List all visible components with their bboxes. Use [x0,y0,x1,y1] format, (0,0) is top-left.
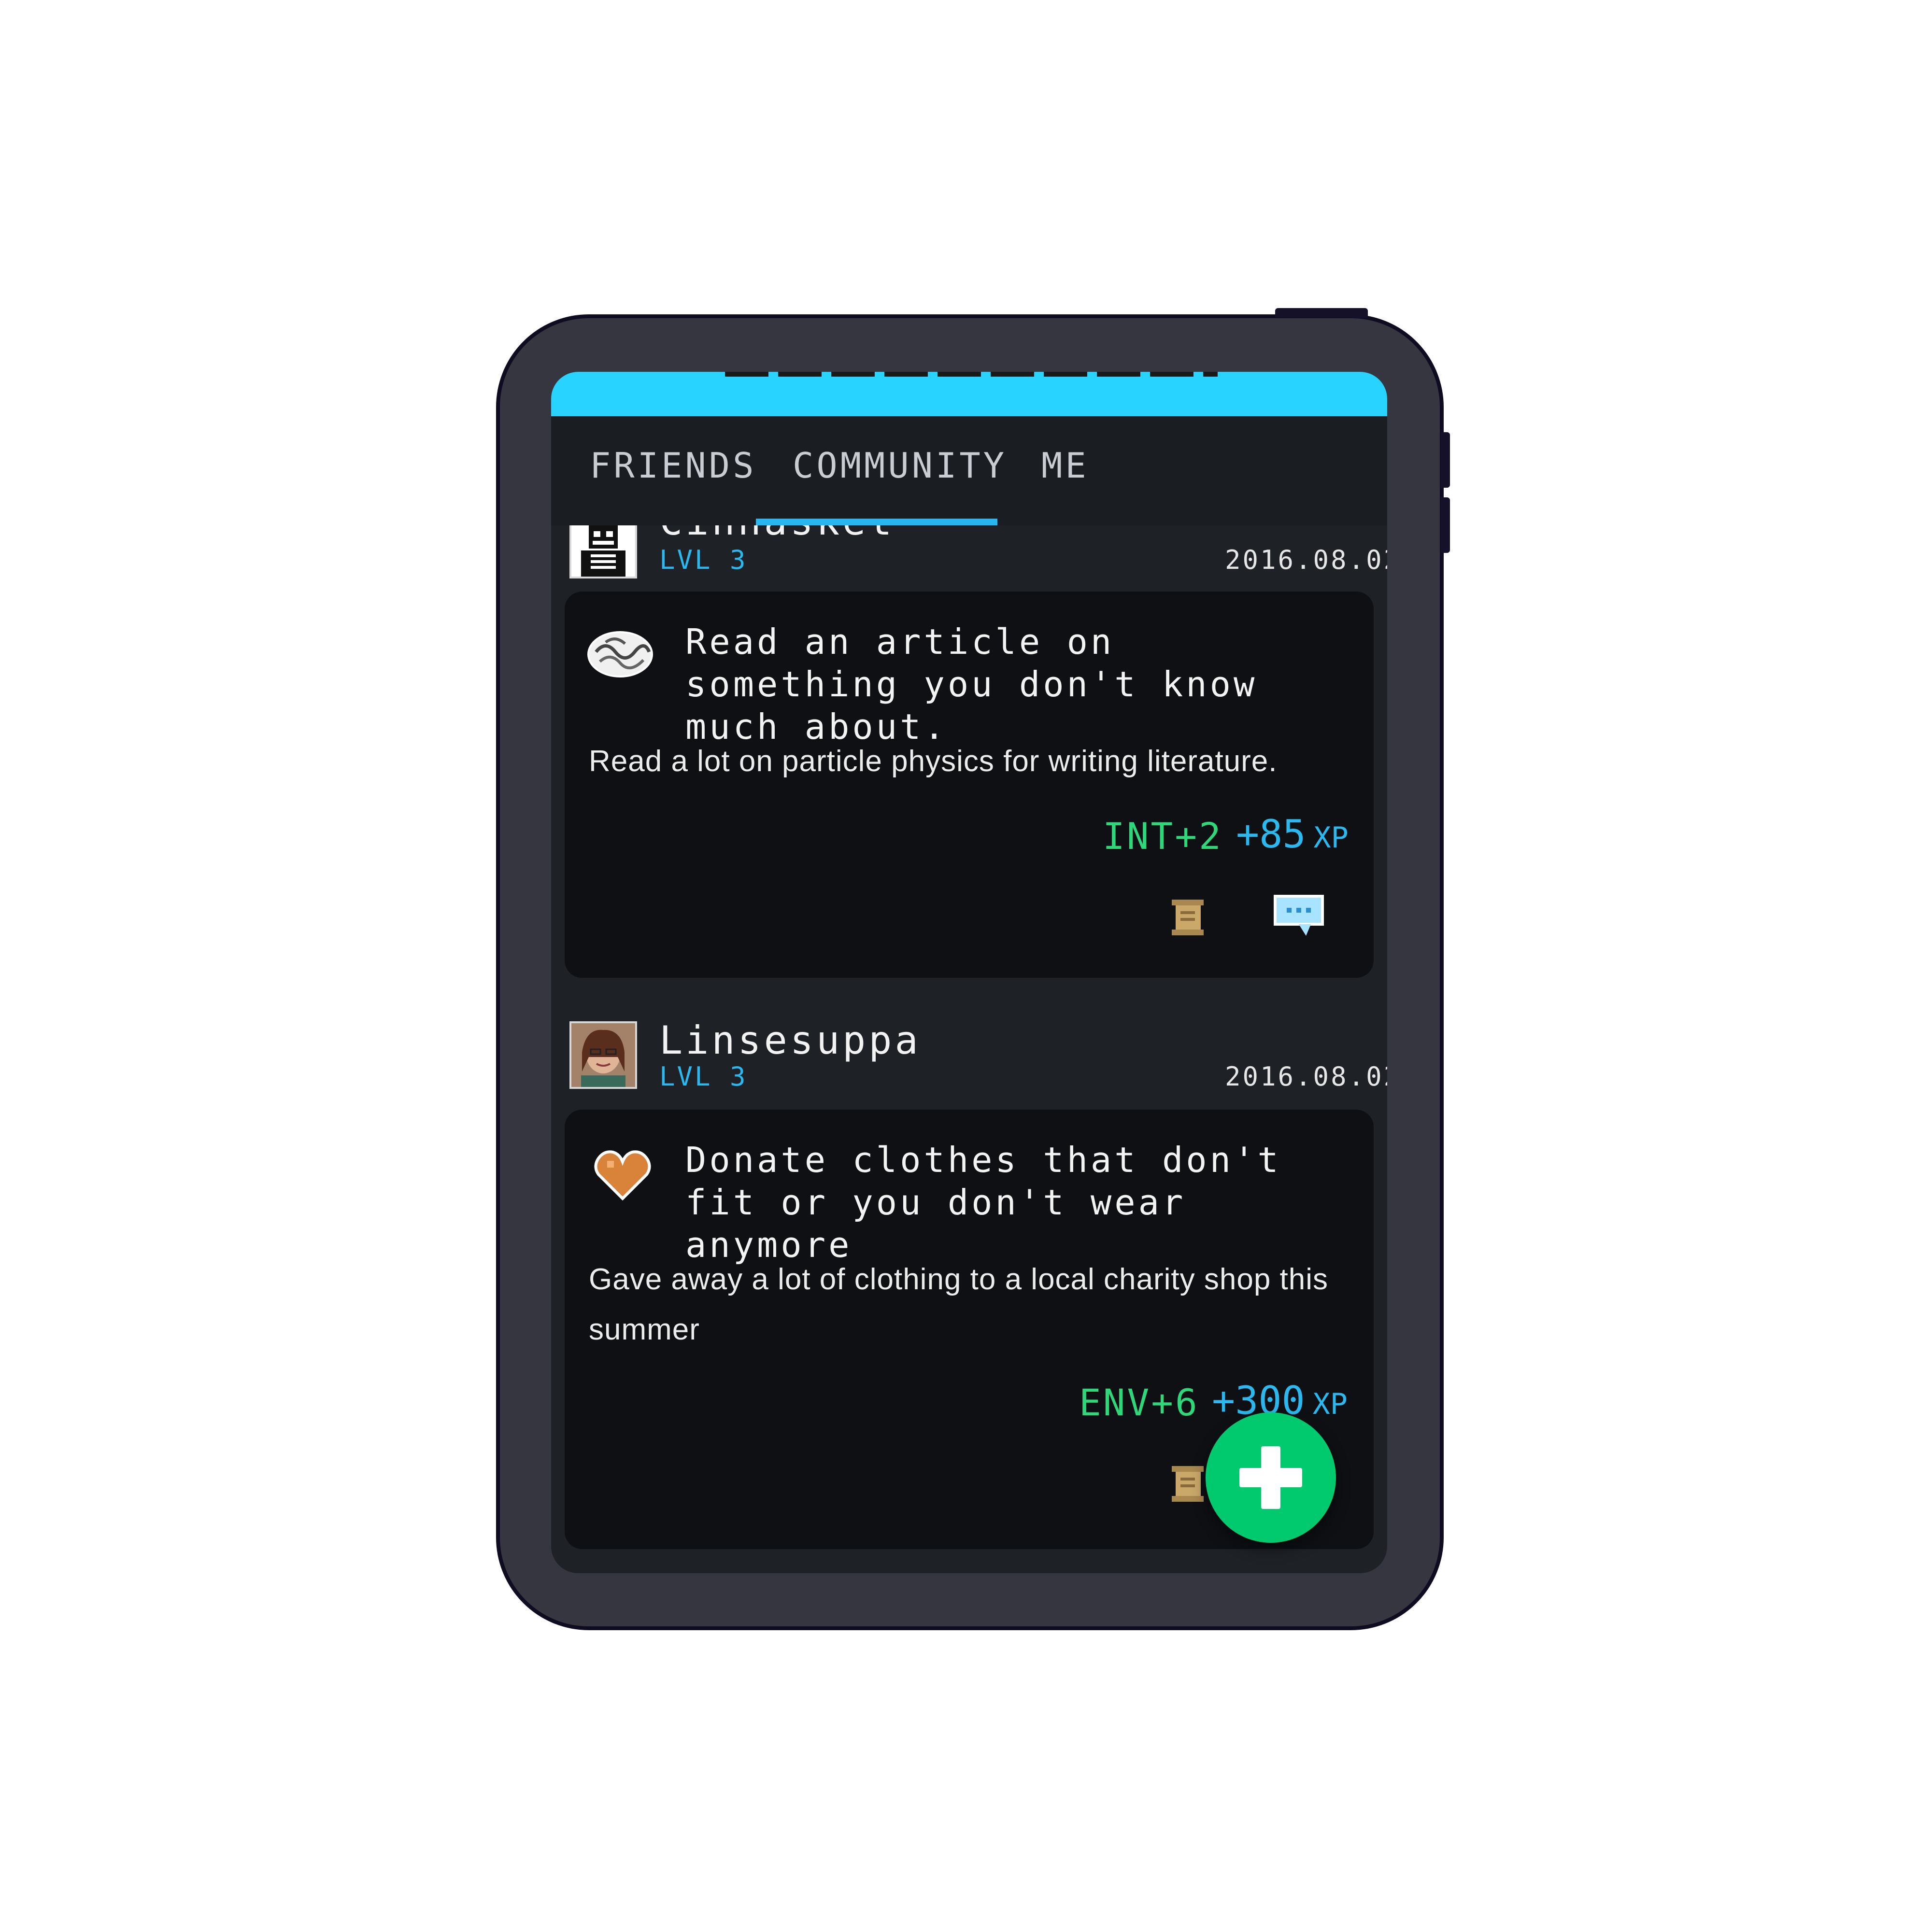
heart-icon [594,1150,651,1201]
volume-down-button [1440,497,1450,553]
xp-unit: XP [1313,821,1349,855]
comment-icon[interactable] [1272,893,1325,937]
quest-card[interactable]: Read an article on something you don't k… [565,592,1374,978]
user-level: LVL 3 [659,545,748,575]
plus-icon-bar [1239,1468,1302,1487]
quest-title: Donate clothes that don't fit or you don… [685,1140,1281,1265]
tab-me[interactable]: ME [1041,445,1089,494]
username[interactable]: Cinnasket [659,525,895,544]
user-avatar[interactable] [569,525,637,578]
profile-photo [571,1023,635,1087]
top-app-bar [551,372,1387,416]
xp-amount: +85 [1236,812,1306,857]
add-quest-button[interactable] [1206,1412,1336,1543]
username[interactable]: Linsesuppa [659,1018,921,1063]
brain-icon [587,631,653,677]
active-tab-indicator [756,519,997,525]
stat-reward: INT+2 [1103,815,1223,858]
post-date: 2016.08.02 [1225,545,1387,575]
user-level: LVL 3 [659,1061,748,1092]
quest-note: Read a lot on particle physics for writi… [589,745,1278,778]
skeleton-avatar-icon [571,525,635,577]
tab-bar: FRIENDS COMMUNITY ME [551,416,1387,525]
scroll-icon[interactable] [1166,1462,1209,1506]
app-screen: FRIENDS COMMUNITY ME Cinnasket LVL 3 201… [551,372,1387,1573]
stat-reward: ENV+6 [1079,1381,1199,1424]
volume-up-button [1440,432,1450,488]
quest-note: Gave away a lot of clothing to a local c… [589,1263,1329,1346]
xp-unit: XP [1312,1387,1348,1421]
power-button [1275,308,1368,318]
tab-friends[interactable]: FRIENDS [590,445,756,494]
app-title-fragment [725,372,1218,377]
quest-title: Read an article on something you don't k… [685,621,1258,747]
post-date: 2016.08.02 [1225,1061,1387,1092]
user-avatar[interactable] [569,1021,637,1089]
tab-community[interactable]: COMMUNITY [793,445,1007,494]
scroll-icon[interactable] [1166,896,1209,939]
xp-reward: +85 XP [1236,812,1349,857]
